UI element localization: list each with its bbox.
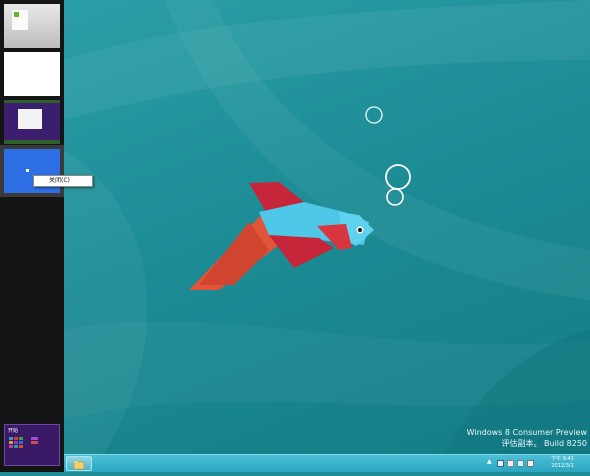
flag-icon[interactable] — [507, 460, 514, 467]
keyboard-icon[interactable] — [527, 460, 534, 467]
switcher-thumb-3[interactable] — [4, 100, 60, 144]
app-switcher-rail: 关闭(C) 开始 — [0, 0, 93, 472]
start-screen-thumb[interactable]: 开始 — [4, 424, 60, 466]
volume-icon[interactable] — [517, 460, 524, 467]
switcher-thumb-1[interactable] — [4, 4, 60, 48]
folder-icon — [73, 461, 85, 470]
context-menu-close-item[interactable]: 关闭(C) — [34, 177, 70, 184]
chevron-up-icon[interactable]: ▲ — [487, 458, 494, 465]
desktop-wallpaper: Windows 8 Consumer Preview 评估副本。 Build 8… — [64, 0, 590, 454]
clock-date: 2012/3/1 — [551, 463, 574, 469]
switcher-thumb-2[interactable] — [4, 52, 60, 96]
explorer-button[interactable] — [66, 456, 92, 471]
network-icon[interactable] — [497, 460, 504, 467]
clock[interactable]: 下午 9:41 2012/3/1 — [551, 456, 574, 470]
bubble-small — [365, 106, 383, 124]
start-thumb-label: 开始 — [8, 428, 19, 434]
taskbar: ▲ 下午 9:41 2012/3/1 — [64, 454, 590, 472]
build-watermark-title: Windows 8 Consumer Preview — [466, 428, 587, 437]
context-menu: 关闭(C) — [33, 175, 93, 187]
wallpaper-graphic — [64, 0, 590, 454]
build-watermark-build: 评估副本。 Build 8250 — [501, 439, 587, 448]
clock-time: 下午 9:41 — [551, 456, 574, 462]
bubble-large — [385, 164, 411, 190]
